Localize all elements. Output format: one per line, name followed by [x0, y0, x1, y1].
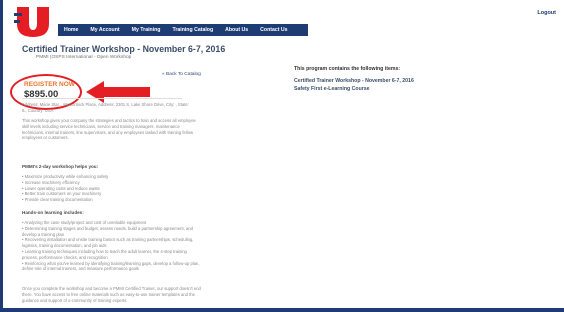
logout-link[interactable]: Logout	[537, 10, 556, 16]
workshop-benefits-heading: PMMI's 2-day workshop helps you:	[22, 164, 99, 169]
list-item: • Recovering installation and onsite tra…	[22, 237, 194, 249]
main-nav: Home My Account My Training Training Cat…	[58, 24, 308, 36]
divider	[22, 98, 182, 99]
program-items-heading: This program contains the following item…	[294, 66, 401, 72]
program-items-list: Certified Trainer Workshop - November 6-…	[294, 78, 414, 93]
program-item[interactable]: Certified Trainer Workshop - November 6-…	[294, 78, 414, 86]
page: Home My Account My Training Training Cat…	[0, 0, 564, 312]
workshop-benefits-list: • Maximize productivity while enhancing …	[22, 174, 202, 203]
hands-on-heading: Hands-on learning includes:	[22, 210, 84, 215]
list-item: • Provide clear training documentation	[22, 197, 93, 203]
nav-about-us[interactable]: About Us	[219, 24, 254, 36]
workshop-description: This workshop gives your company the str…	[22, 118, 196, 141]
support-text: Once you complete the workshop and becom…	[22, 286, 201, 303]
venue-address: Address: Marie Star... McCormick Place, …	[22, 102, 189, 113]
nav-my-account[interactable]: My Account	[84, 24, 125, 36]
left-edge-bar	[0, 0, 3, 312]
list-item: • Learning training techniques including…	[22, 248, 187, 260]
list-item: • Reinforcing what you've learned by ide…	[22, 260, 200, 272]
page-title: Certified Trainer Workshop - November 6-…	[22, 44, 226, 54]
program-item[interactable]: Safety First e-Learning Course	[294, 86, 414, 94]
page-subtitle: PMMI (OSPS International - Open Workshop	[36, 55, 132, 60]
nav-contact-us[interactable]: Contact Us	[254, 24, 293, 36]
left-arrow-annotation-icon	[86, 81, 150, 103]
back-to-catalog-link[interactable]: « Back To Catalog	[162, 72, 201, 77]
nav-training-catalog[interactable]: Training Catalog	[166, 24, 219, 36]
logo-icon[interactable]	[14, 3, 52, 39]
hands-on-list: • Analyzing the case study/project and c…	[22, 220, 202, 272]
nav-my-training[interactable]: My Training	[126, 24, 167, 36]
bottom-bar	[0, 308, 564, 312]
nav-home[interactable]: Home	[58, 24, 84, 36]
list-item: • Determining training stages and budget…	[22, 225, 193, 237]
